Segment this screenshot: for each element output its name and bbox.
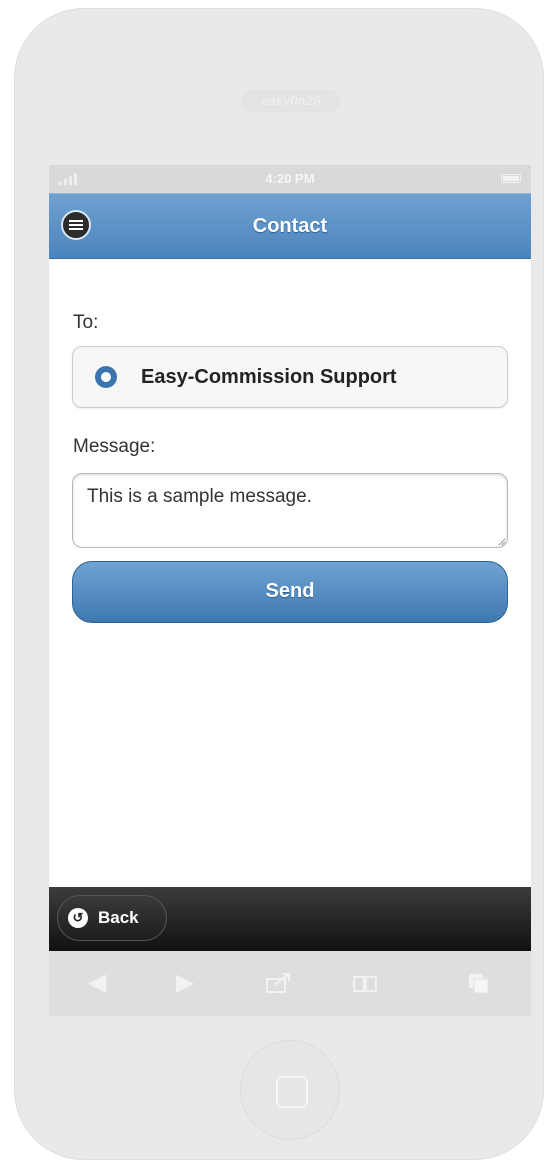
bookmarks-icon[interactable]: [351, 969, 379, 997]
back-button[interactable]: Back: [57, 895, 167, 941]
back-arrow-icon[interactable]: ◀: [83, 969, 111, 997]
send-button[interactable]: Send: [72, 561, 508, 623]
app-screen: 4:20 PM Contact To: Easy-Commission Supp…: [49, 165, 531, 1016]
tabs-icon[interactable]: [465, 969, 493, 997]
message-label: Message:: [73, 436, 156, 457]
radio-selected-icon[interactable]: [95, 366, 117, 388]
forward-arrow-icon[interactable]: ▶: [171, 969, 199, 997]
page-header: Contact: [49, 193, 531, 259]
share-icon[interactable]: [264, 969, 292, 997]
message-field[interactable]: This is a sample message.: [72, 473, 508, 548]
speaker-label: easyfin26: [260, 93, 322, 108]
home-button[interactable]: [240, 1040, 340, 1140]
battery-icon: [501, 174, 521, 183]
to-label: To:: [73, 312, 99, 333]
recipient-radio-option[interactable]: Easy-Commission Support: [72, 346, 508, 408]
back-label: Back: [98, 908, 139, 927]
browser-toolbar: ◀ ▶: [49, 951, 531, 1016]
page-title: Contact: [252, 215, 328, 237]
footer-bar: Back: [49, 887, 531, 951]
status-time: 4:20 PM: [265, 171, 315, 186]
undo-arrow-icon: [68, 908, 88, 928]
recipient-label: Easy-Commission Support: [141, 366, 397, 388]
status-bar: 4:20 PM: [49, 165, 531, 193]
resize-handle-icon[interactable]: [498, 538, 506, 546]
